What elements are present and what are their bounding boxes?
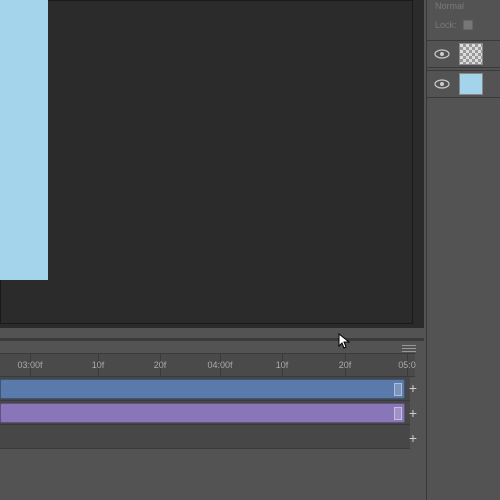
ruler-label: 20f	[154, 360, 167, 370]
layer-thumbnail[interactable]	[459, 43, 483, 65]
ruler-label: 10f	[92, 360, 105, 370]
timeline-track[interactable]	[0, 377, 424, 401]
canvas-content	[0, 0, 48, 280]
ruler-label: 20f	[339, 360, 352, 370]
visibility-icon[interactable]	[433, 45, 451, 63]
timeline-track[interactable]	[0, 401, 424, 425]
track-controls-strip: + + +	[410, 377, 424, 455]
canvas-viewport[interactable]	[0, 0, 424, 328]
lock-row: Lock:	[435, 18, 475, 32]
timeline-ruler[interactable]: 03:00f 10f 20f 04:00f 10f 20f 05:0	[0, 353, 415, 377]
add-keyframe-button[interactable]: +	[406, 407, 420, 421]
clip-end-handle[interactable]	[394, 407, 402, 420]
layer-thumbnail[interactable]	[459, 73, 483, 95]
canvas-border	[0, 0, 413, 324]
timeline-track[interactable]	[0, 425, 424, 449]
ruler-label: 05:0	[398, 360, 416, 370]
visibility-icon[interactable]	[433, 75, 451, 93]
lock-label: Lock:	[435, 20, 457, 30]
layer-row[interactable]	[427, 40, 500, 68]
timeline-clip[interactable]	[0, 379, 405, 399]
lock-transparency-icon[interactable]	[461, 18, 475, 32]
add-keyframe-button[interactable]: +	[406, 382, 420, 396]
add-keyframe-button[interactable]: +	[406, 432, 420, 446]
layer-row[interactable]	[427, 70, 500, 98]
timeline-clip[interactable]	[0, 403, 405, 423]
timeline-header	[0, 341, 424, 351]
clip-end-handle[interactable]	[394, 383, 402, 396]
timeline-panel: 03:00f 10f 20f 04:00f 10f 20f 05:0 + + +	[0, 338, 424, 500]
layers-panel: Normal Lock:	[426, 0, 500, 500]
ruler-label: 03:00f	[17, 360, 42, 370]
timeline-tracks	[0, 377, 424, 449]
ruler-label: 10f	[276, 360, 289, 370]
blend-mode-label[interactable]: Normal	[435, 1, 464, 11]
ruler-label: 04:00f	[207, 360, 232, 370]
mouse-cursor-icon	[338, 333, 352, 351]
panel-menu-icon[interactable]	[402, 343, 418, 353]
